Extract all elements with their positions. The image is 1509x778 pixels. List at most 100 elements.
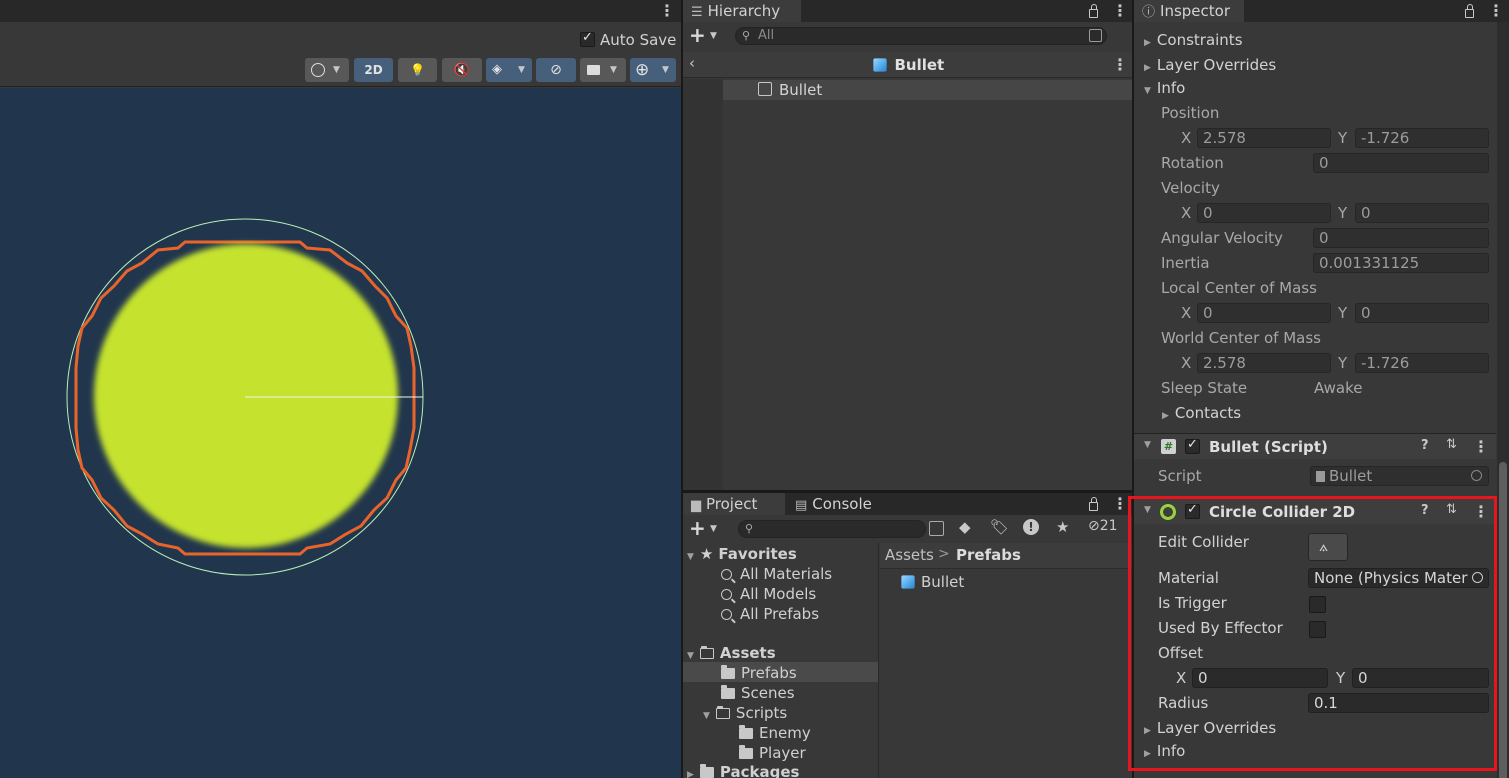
- hierarchy-search-input[interactable]: ⚲ All: [735, 27, 1107, 45]
- tab-hierarchy[interactable]: ☰ Hierarchy: [683, 0, 801, 22]
- script-component-header[interactable]: ▼ # Bullet (Script) ? ⇅ ⋮: [1134, 433, 1496, 459]
- tab-project-label: Project: [706, 495, 758, 513]
- help-icon[interactable]: ?: [1421, 438, 1429, 453]
- tree-item-all-prefabs[interactable]: All Prefabs: [721, 605, 819, 623]
- tree-item-scenes[interactable]: Scenes: [721, 684, 795, 702]
- shading-mode-button[interactable]: ▼: [305, 58, 349, 82]
- chevron-down-icon: ▼: [518, 65, 525, 75]
- local-com-x-axis: X: [1181, 304, 1192, 322]
- collider-layer-overrides-foldout[interactable]: ▶ Layer Overrides: [1144, 719, 1276, 737]
- favorites-star-icon[interactable]: ★: [1056, 518, 1069, 536]
- object-picker-icon[interactable]: [1472, 572, 1483, 583]
- breadcrumb-prefabs[interactable]: Prefabs: [956, 546, 1021, 564]
- lighting-toggle-button[interactable]: 💡: [398, 58, 437, 82]
- toggle-2d-button[interactable]: 2D: [354, 58, 393, 82]
- tab-inspector[interactable]: ⓘ Inspector: [1134, 0, 1244, 22]
- layer-overrides-foldout[interactable]: ▶ Layer Overrides: [1144, 56, 1276, 74]
- csharp-script-icon: #: [1161, 439, 1176, 454]
- audio-toggle-button[interactable]: 🔇: [442, 58, 482, 82]
- constraints-foldout[interactable]: ▶ Constraints: [1144, 31, 1243, 49]
- tree-item-prefabs[interactable]: Prefabs: [721, 664, 797, 682]
- help-icon[interactable]: ?: [1421, 503, 1429, 518]
- add-object-button[interactable]: +: [689, 25, 706, 45]
- hierarchy-menu-icon[interactable]: ⋮: [1112, 3, 1128, 19]
- camera-settings-button[interactable]: ▼: [580, 58, 626, 82]
- tree-item-all-models[interactable]: All Models: [721, 585, 816, 603]
- is-trigger-checkbox[interactable]: [1309, 596, 1326, 613]
- chevron-down-icon: ▼: [710, 31, 717, 41]
- project-search-input[interactable]: ⚲: [738, 520, 926, 538]
- script-object-value: Bullet: [1329, 467, 1373, 485]
- inspector-scroll-thumb[interactable]: [1499, 462, 1507, 778]
- presets-icon[interactable]: ⇅: [1446, 502, 1457, 517]
- velocity-x-field: 0: [1197, 203, 1331, 223]
- scene-visibility-button[interactable]: ⊘: [536, 58, 576, 82]
- filter-by-type-icon[interactable]: ◆: [959, 518, 971, 536]
- tree-packages-label: Packages: [719, 763, 800, 778]
- contacts-foldout[interactable]: ▶ Contacts: [1162, 404, 1241, 422]
- effects-toggle-button[interactable]: ◈ ▼: [486, 58, 532, 82]
- component-menu-icon[interactable]: ⋮: [1473, 504, 1489, 520]
- foldout-label: Contacts: [1174, 404, 1242, 422]
- collider-enabled-checkbox[interactable]: [1185, 502, 1200, 519]
- search-placeholder: All: [758, 28, 775, 43]
- tree-item-label: Scripts: [735, 704, 788, 722]
- offset-x-axis: X: [1176, 669, 1187, 687]
- foldout-triangle-icon: ▶: [1144, 38, 1151, 48]
- offset-x-field[interactable]: 0: [1192, 668, 1328, 688]
- angular-velocity-label: Angular Velocity: [1161, 229, 1283, 247]
- tree-assets[interactable]: ▼ Assets: [687, 644, 776, 662]
- chevron-down-icon: ▼: [333, 65, 340, 75]
- auto-save-checkbox[interactable]: [580, 30, 595, 47]
- search-options-icon[interactable]: [1089, 29, 1102, 42]
- lock-icon[interactable]: [1089, 497, 1098, 511]
- scene-viewport[interactable]: [0, 88, 681, 778]
- sleep-state-label: Sleep State: [1161, 379, 1248, 397]
- tab-console[interactable]: ▤ Console: [787, 493, 887, 515]
- gizmos-button[interactable]: ⊕ ▼: [630, 58, 676, 82]
- presets-icon[interactable]: ⇅: [1446, 437, 1457, 452]
- breadcrumb-assets[interactable]: Assets: [885, 546, 934, 564]
- lock-icon[interactable]: [1089, 4, 1098, 18]
- radius-field[interactable]: 0.1: [1308, 693, 1489, 713]
- asset-item-bullet[interactable]: Bullet: [901, 573, 964, 591]
- component-menu-icon[interactable]: ⋮: [1473, 439, 1489, 455]
- bullet-sprite[interactable]: [94, 244, 398, 548]
- tab-project[interactable]: ▆ Project: [683, 493, 785, 515]
- hierarchy-gutter: [683, 79, 723, 490]
- tree-packages[interactable]: ▶ Packages: [687, 763, 799, 778]
- hierarchy-row[interactable]: Bullet: [723, 80, 1132, 100]
- collider-info-foldout[interactable]: ▶ Info: [1144, 742, 1185, 760]
- search-scope-icon[interactable]: [929, 521, 944, 536]
- issues-icon[interactable]: !: [1023, 519, 1039, 535]
- back-arrow-icon[interactable]: ‹: [689, 54, 695, 72]
- tree-item-label: All Materials: [740, 565, 833, 583]
- position-x-field: 2.578: [1197, 128, 1331, 148]
- tree-favorites[interactable]: ▼ ★ Favorites: [687, 545, 797, 563]
- offset-y-field[interactable]: 0: [1352, 668, 1489, 688]
- inspector-scrollbar[interactable]: [1497, 22, 1509, 778]
- tree-item-scripts[interactable]: ▼ Scripts: [703, 704, 787, 722]
- material-object-field[interactable]: None (Physics Materi: [1308, 568, 1489, 588]
- prefab-header-menu-icon[interactable]: ⋮: [1112, 57, 1128, 73]
- tree-item-player[interactable]: Player: [739, 744, 806, 762]
- tree-item-enemy[interactable]: Enemy: [739, 724, 811, 742]
- scene-tab-strip: ⋮: [0, 0, 681, 22]
- filter-by-label-icon[interactable]: 🏷: [990, 518, 1009, 536]
- folder-icon: [739, 725, 753, 739]
- scene-menu-icon[interactable]: ⋮: [659, 3, 675, 19]
- tree-assets-label: Assets: [719, 644, 776, 662]
- folder-icon: [699, 764, 714, 778]
- tree-favorites-label: Favorites: [718, 545, 797, 563]
- project-menu-icon[interactable]: ⋮: [1112, 496, 1128, 512]
- info-foldout[interactable]: ▼ Info: [1144, 79, 1185, 97]
- used-by-effector-checkbox[interactable]: [1309, 621, 1326, 638]
- script-enabled-checkbox[interactable]: [1185, 437, 1200, 454]
- edit-collider-button[interactable]: ⟑: [1308, 533, 1348, 561]
- hidden-packages-toggle[interactable]: ⊘21: [1088, 518, 1118, 534]
- circle-collider-header[interactable]: ▼ Circle Collider 2D ? ⇅ ⋮: [1134, 498, 1496, 524]
- tree-item-all-materials[interactable]: All Materials: [721, 565, 832, 583]
- lock-icon[interactable]: [1465, 4, 1474, 18]
- create-asset-button[interactable]: +: [689, 518, 706, 538]
- inspector-menu-icon[interactable]: ⋮: [1488, 3, 1504, 19]
